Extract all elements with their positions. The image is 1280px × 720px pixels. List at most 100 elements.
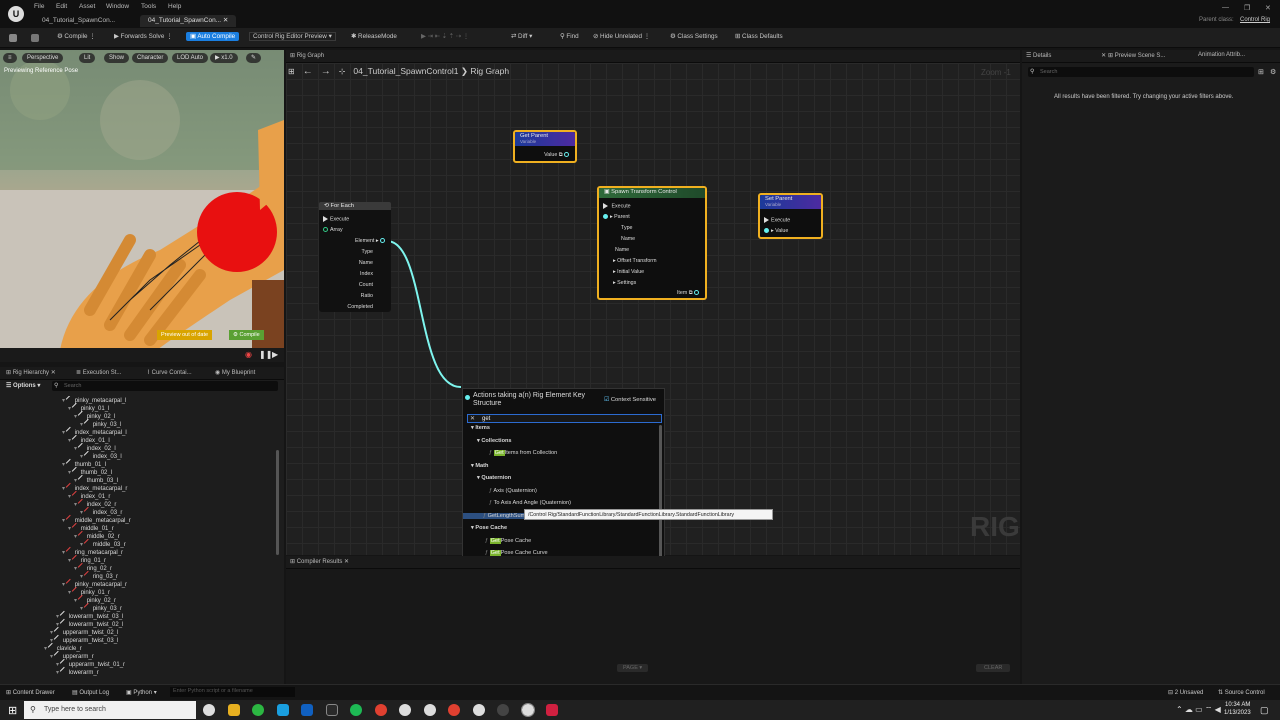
app-icon[interactable] [326,704,338,716]
lod-button[interactable]: LOD Auto [172,53,209,63]
tree-item[interactable]: ▾ lowerarm_twist_03_l [56,610,123,620]
perspective-button[interactable]: Perspective [22,53,64,63]
tab-my-blueprint[interactable]: ◉ My Blueprint [215,369,255,376]
notification-icon[interactable]: ▢ [1260,705,1269,716]
execute-pin[interactable]: Execute [323,216,349,222]
type-pin[interactable]: Type [621,225,632,231]
viewport-menu-icon[interactable]: ≡ [3,53,17,63]
name-pin[interactable]: Name [615,247,629,253]
whatsapp-icon[interactable] [252,704,264,716]
tree-item[interactable]: ▾ thumb_02_l [68,466,112,476]
class-settings-button[interactable]: ⚙ Class Settings [670,33,718,40]
action-category[interactable]: ▾ Collections [477,438,512,444]
find-button[interactable]: ⚲ Find [560,33,579,40]
parent-class-link[interactable]: Control Rig [1240,17,1270,23]
save-icon[interactable] [9,34,17,42]
compile-button[interactable]: ⚙ Compile ⋮ [57,33,96,40]
initial-value-pin[interactable]: ▸ Initial Value [613,269,644,275]
tree-item[interactable]: ▾ pinky_02_r [74,594,116,604]
spotify-icon[interactable] [350,704,362,716]
for-each-node[interactable]: ⟲ For Each Execute Array Element ▸ Type … [319,202,391,312]
tab-compiler-results[interactable]: ⊞ Compiler Results ✕ [290,558,349,565]
tree-item[interactable]: ▾ ring_metacarpal_r [62,546,123,556]
tree-item[interactable]: ▾ ring_01_r [68,554,106,564]
hide-unrelated-button[interactable]: ⊘ Hide Unrelated ⋮ [593,33,650,40]
name-sub-pin[interactable]: Name [621,236,635,242]
tree-item[interactable]: ▾ index_metacarpal_r [62,482,127,492]
tree-item[interactable]: ▾ ring_03_r [80,570,118,580]
value-pin[interactable]: Value ⧉ [544,152,571,159]
tree-item[interactable]: ▾ thumb_03_l [74,474,118,484]
menu-file[interactable]: File [34,3,44,10]
doc-tab-2[interactable]: 04_Tutorial_SpawnCon... ✕ [140,15,237,27]
parent-pin[interactable]: ▸ Parent [603,214,630,220]
tree-item[interactable]: ▾ upperarm_twist_03_l [50,634,118,644]
menu-tools[interactable]: Tools [141,3,156,10]
tree-item[interactable]: ▾ index_03_r [80,506,122,516]
tree-item[interactable]: ▾ upperarm_twist_02_l [50,626,118,636]
tree-item[interactable]: ▾ middle_01_r [68,522,114,532]
view-options-icon[interactable]: ⊞ [1258,68,1264,76]
tab-animation-attributes[interactable]: Animation Attrib... [1198,52,1245,58]
chrome-icon[interactable] [448,704,460,716]
count-pin[interactable]: Count [359,282,373,288]
tree-item[interactable]: ▾ index_01_r [68,490,110,500]
cmd-type-dropdown[interactable]: ▣ Python ▾ [126,689,157,696]
tree-item[interactable]: ▾ upperarm_r [50,650,94,660]
action-category[interactable]: ▾ Items [471,425,490,431]
release-mode-button[interactable]: ✱ ReleaseMode [351,33,397,40]
menu-window[interactable]: Window [106,3,129,10]
value-pin[interactable]: ▸ Value [764,228,788,234]
tree-item[interactable]: ▾ lowerarm_twist_02_l [56,618,123,628]
set-parent-node[interactable]: Set Parent Variable Execute ▸ Value [758,193,823,239]
source-control-button[interactable]: ⇅ Source Control [1218,689,1265,696]
character-button[interactable]: Character [132,53,169,63]
name-pin[interactable]: Name [359,260,373,266]
array-pin[interactable]: Array [323,227,343,233]
play-icon[interactable]: ▶ [272,350,278,359]
close-icon[interactable]: ✕ [1101,53,1106,59]
tree-item[interactable]: ▾ upperarm_twist_01_r [56,658,125,668]
action-search-input[interactable]: ✕ get [467,414,662,423]
chrome-icon[interactable] [375,704,387,716]
settings-pin[interactable]: ▸ Settings [613,280,636,286]
scrollbar[interactable] [276,450,279,555]
unreal-icon[interactable] [399,704,411,716]
play-speed-button[interactable]: ▶ x1.0 [210,53,238,63]
tab-curve-container[interactable]: ⌇ Curve Contai... [147,369,192,376]
tree-item[interactable]: ▾ middle_03_r [80,538,126,548]
forwards-solve-button[interactable]: ▶ Forwards Solve ⋮ [114,33,172,40]
action-item[interactable]: ƒ GetItems from Collection [489,450,557,456]
unsaved-button[interactable]: ⊟ 2 Unsaved [1168,689,1203,696]
app-icon[interactable] [497,704,509,716]
tree-item[interactable]: ▾ pinky_01_r [68,586,110,596]
clear-button[interactable]: CLEAR [976,664,1011,672]
tree-item[interactable]: ▾ middle_metacarpal_r [62,514,131,524]
execute-pin[interactable]: Execute [603,203,631,209]
close-icon[interactable]: ✕ [223,17,228,24]
menu-edit[interactable]: Edit [56,3,67,10]
tab-preview-scene[interactable]: ⊞ Preview Scene S... [1108,52,1165,59]
details-search-input[interactable]: ⚲ Search [1028,67,1254,77]
pause-icon[interactable]: ❚❚ [259,350,272,359]
tree-item[interactable]: ▾ pinky_metacarpal_l [62,396,126,404]
tab-details[interactable]: ☰ Details ✕ [1026,52,1106,59]
tree-item[interactable]: ▾ pinky_02_l [74,410,115,420]
scrollbar[interactable] [659,425,662,568]
file-explorer-icon[interactable] [228,704,240,716]
options-dropdown[interactable]: ☰ Options ▾ [6,382,40,389]
action-item[interactable]: ƒ GetPose Cache [485,537,531,544]
unreal-icon[interactable] [473,704,485,716]
tree-item[interactable]: ▾ index_03_l [80,450,122,460]
windows-start-icon[interactable]: ⊞ [8,704,17,717]
tree-item[interactable]: ▾ index_02_r [74,498,116,508]
gear-icon[interactable]: ⚙ [1270,68,1276,76]
maximize-icon[interactable]: ❐ [1244,4,1250,12]
ratio-pin[interactable]: Ratio [361,293,373,299]
tree-item[interactable]: ▾ pinky_03_r [80,602,122,612]
diff-button[interactable]: ⇄ Diff ▾ [511,33,532,40]
tree-item[interactable]: ▾ middle_02_r [74,530,120,540]
menu-help[interactable]: Help [168,3,181,10]
action-item[interactable]: ƒ Axis (Quaternion) [489,488,537,494]
tree-item[interactable]: ▾ index_02_l [74,442,116,452]
